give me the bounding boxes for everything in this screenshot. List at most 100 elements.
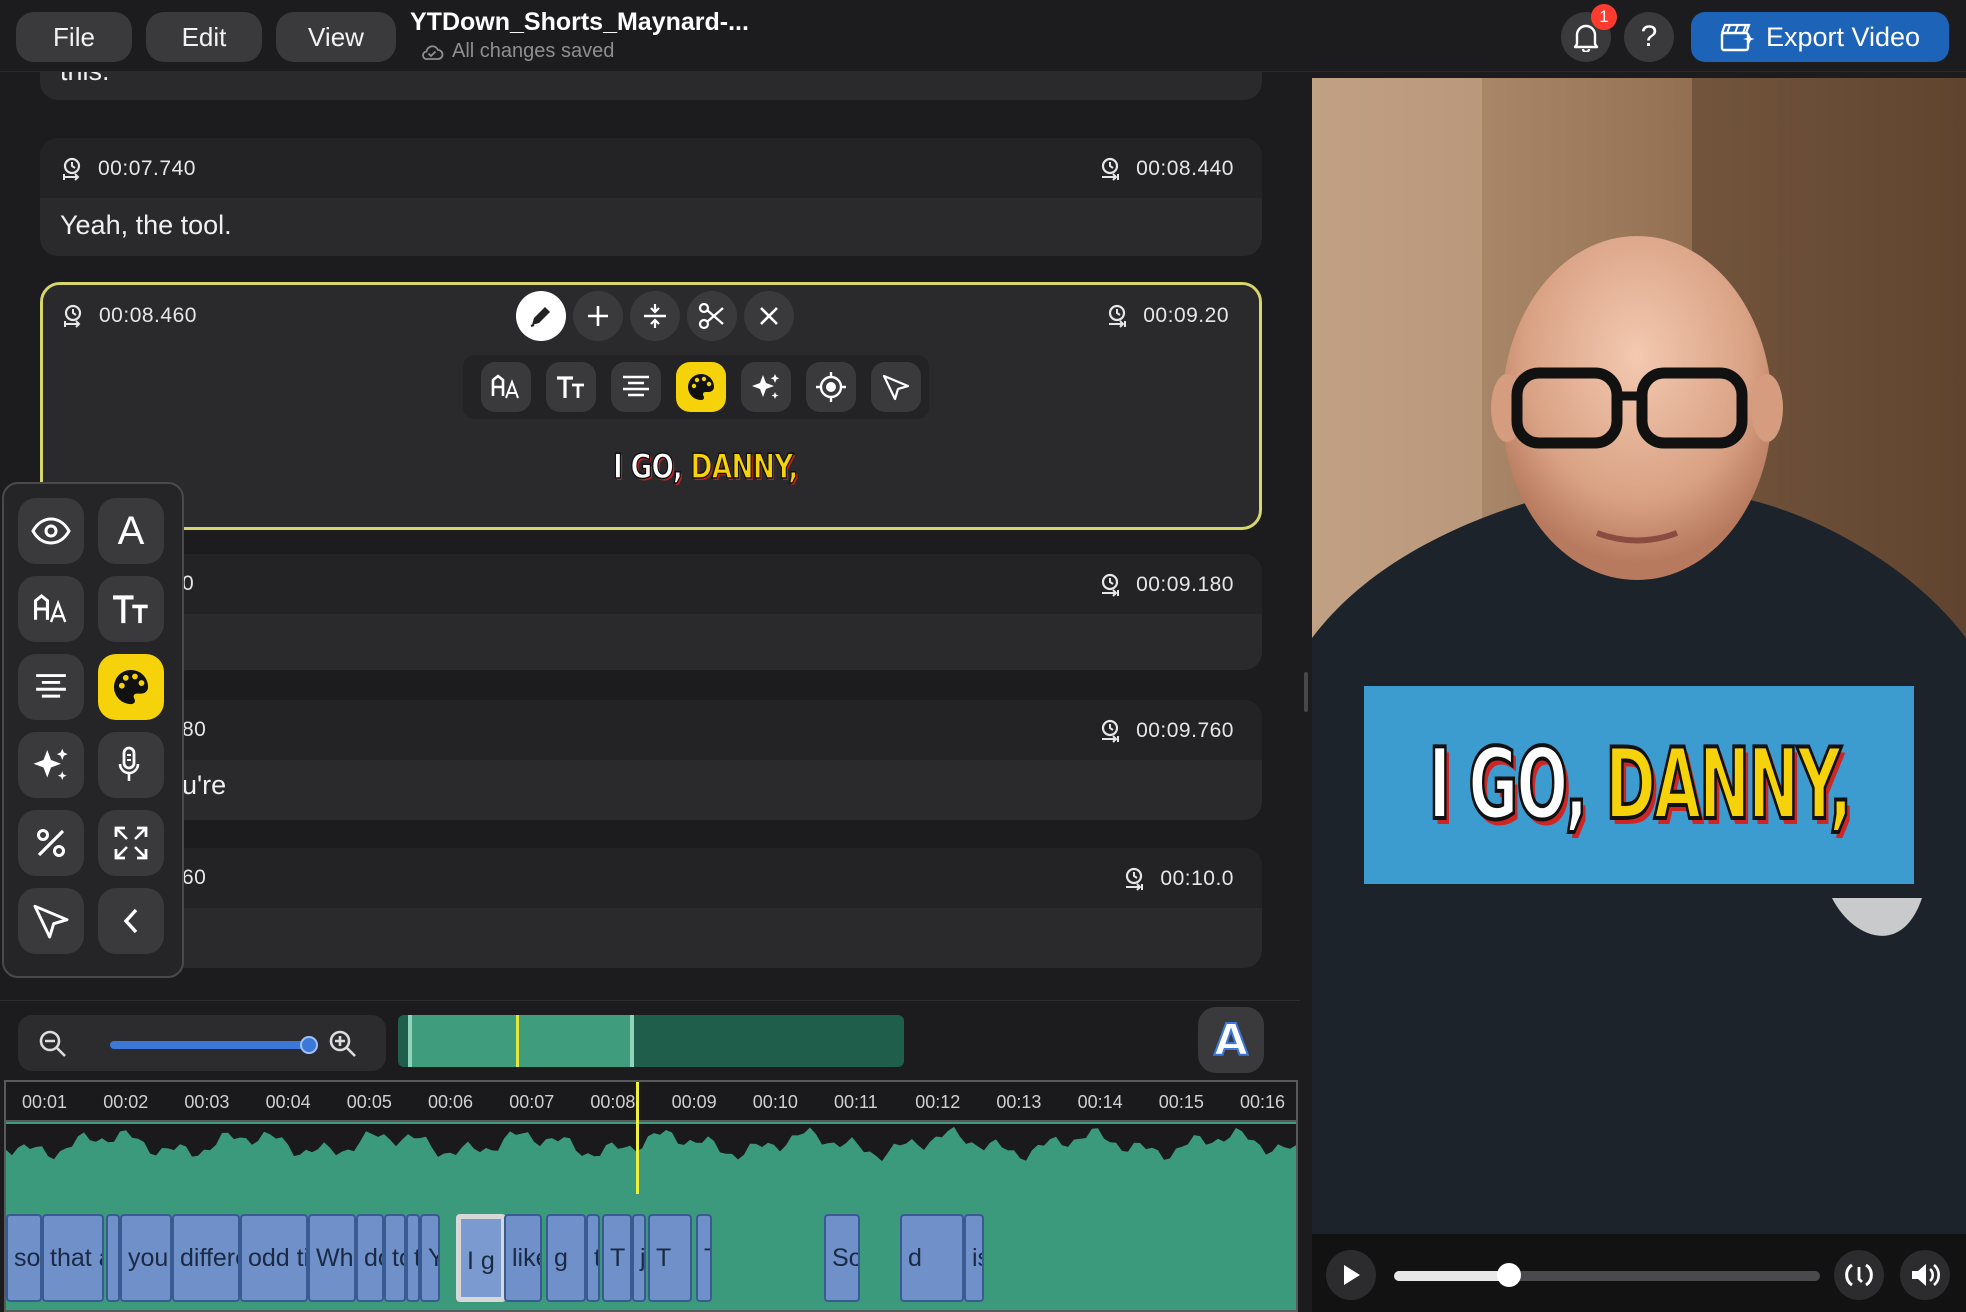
- word-block[interactable]: differe: [172, 1214, 240, 1302]
- segment-end-time[interactable]: 00:09.20: [1105, 303, 1229, 329]
- timeline-overview[interactable]: [398, 1015, 904, 1067]
- zoom-out-icon[interactable]: [38, 1029, 68, 1059]
- end-time-value: 00:09.20: [1143, 304, 1229, 327]
- word-block[interactable]: just: [632, 1214, 646, 1302]
- segment-text[interactable]: u're: [182, 770, 226, 801]
- play-button[interactable]: [1326, 1250, 1376, 1300]
- zoom-slider-handle[interactable]: [300, 1036, 318, 1054]
- word-block[interactable]: so: [6, 1214, 42, 1302]
- volume-button[interactable]: [1900, 1250, 1950, 1300]
- segment-start-time[interactable]: 60: [182, 866, 206, 890]
- word-block[interactable]: to: [384, 1214, 406, 1302]
- segment-end-time[interactable]: 00:10.0: [1122, 866, 1234, 892]
- word-block[interactable]: t: [406, 1214, 420, 1302]
- word-block[interactable]: is ca: [964, 1214, 984, 1302]
- segment-end-time[interactable]: 00:09.760: [1098, 718, 1234, 744]
- word-block[interactable]: like: [504, 1214, 542, 1302]
- document-title[interactable]: YTDown_Shorts_Maynard-...: [410, 8, 749, 37]
- animation-button[interactable]: [871, 362, 921, 412]
- zoom-in-icon[interactable]: [328, 1029, 358, 1059]
- voice-button[interactable]: [98, 732, 164, 798]
- word-block[interactable]: I g: [456, 1214, 506, 1302]
- cloud-check-icon: [422, 44, 444, 60]
- segment-end-time[interactable]: 00:08.440: [1098, 156, 1234, 182]
- segment-start-time[interactable]: 80: [182, 718, 206, 742]
- transcript-segment[interactable]: this.: [40, 72, 1262, 100]
- word-block[interactable]: g: [546, 1214, 586, 1302]
- word-block[interactable]: you: [120, 1214, 172, 1302]
- word-block[interactable]: [106, 1214, 120, 1302]
- auto-caption-button[interactable]: A: [1198, 1007, 1264, 1073]
- segment-text[interactable]: this.: [60, 72, 110, 87]
- playhead[interactable]: [636, 1082, 639, 1194]
- word-block[interactable]: Tir: [696, 1214, 712, 1302]
- text-size-button[interactable]: [98, 576, 164, 642]
- panel-divider[interactable]: [1300, 72, 1312, 1312]
- delete-segment-button[interactable]: [744, 291, 794, 341]
- text-button[interactable]: A: [98, 498, 164, 564]
- timeline[interactable]: 00:01 00:02 00:03 00:04 00:05 00:06 00:07 00:08…: [4, 1080, 1298, 1312]
- collapse-palette-button[interactable]: [98, 888, 164, 954]
- notifications-button[interactable]: 1: [1561, 4, 1617, 62]
- word-block[interactable]: Yea: [420, 1214, 440, 1302]
- color-palette-button[interactable]: [98, 654, 164, 720]
- word-block[interactable]: odd tim: [240, 1214, 308, 1302]
- start-time-icon: [64, 304, 82, 328]
- word-block[interactable]: Wh: [308, 1214, 356, 1302]
- transcript-segment[interactable]: 60 00:10.0 getting: [40, 848, 1262, 968]
- word-block[interactable]: that a: [42, 1214, 104, 1302]
- time-tick: 00:08: [590, 1092, 636, 1112]
- percentage-button[interactable]: [18, 810, 84, 876]
- text-align-button[interactable]: [18, 654, 84, 720]
- video-scrubber-handle[interactable]: [1497, 1263, 1522, 1287]
- word-block[interactable]: th: [586, 1214, 600, 1302]
- word-track: sothat a youdiffereodd timWhdototYea I gli…: [6, 1214, 1296, 1304]
- segment-text[interactable]: Yeah, the tool.: [60, 210, 232, 241]
- video-caption-overlay[interactable]: I GO, DANNY,: [1364, 686, 1914, 884]
- word-block[interactable]: do: [356, 1214, 384, 1302]
- time-tick: 00:04: [265, 1092, 311, 1112]
- segment-start-time[interactable]: 00:07.740: [60, 156, 196, 182]
- time-tick: 00:06: [428, 1092, 474, 1112]
- word-block[interactable]: T: [602, 1214, 632, 1302]
- transcript-segment[interactable]: 80 00:09.760 u're: [40, 700, 1262, 820]
- merge-segment-button[interactable]: [630, 291, 680, 341]
- zoom-slider[interactable]: [110, 1041, 306, 1049]
- transcript-segment-active[interactable]: 00:08.460 00:09.20 I GO, DANNY,: [40, 282, 1262, 530]
- edit-segment-button[interactable]: [516, 291, 566, 341]
- text-align-button[interactable]: [611, 362, 661, 412]
- playback-speed-button[interactable]: [1834, 1250, 1884, 1300]
- segment-start-time[interactable]: 00:08.460: [61, 303, 197, 329]
- effects-button[interactable]: [18, 732, 84, 798]
- palette-icon: [688, 374, 714, 400]
- fullscreen-icon: [114, 826, 148, 860]
- text-size-button[interactable]: [546, 362, 596, 412]
- export-video-button[interactable]: Export Video: [1691, 12, 1949, 62]
- video-preview[interactable]: I GO, DANNY,: [1312, 78, 1966, 1312]
- position-button[interactable]: [806, 362, 856, 412]
- effects-button[interactable]: [741, 362, 791, 412]
- font-style-button[interactable]: [481, 362, 531, 412]
- animation-button[interactable]: [18, 888, 84, 954]
- transcript-segment[interactable]: 00:07.740 00:08.440 Yeah, the tool.: [40, 138, 1262, 256]
- visibility-button[interactable]: [18, 498, 84, 564]
- video-scrubber[interactable]: [1394, 1271, 1820, 1281]
- overview-viewport[interactable]: [408, 1015, 634, 1067]
- word-block[interactable]: T: [648, 1214, 692, 1302]
- fullscreen-button[interactable]: [98, 810, 164, 876]
- edit-menu-button[interactable]: Edit: [146, 12, 262, 62]
- help-button[interactable]: ?: [1624, 12, 1674, 62]
- add-segment-button[interactable]: [573, 291, 623, 341]
- divider-grip[interactable]: [1304, 672, 1308, 712]
- time-ruler[interactable]: 00:01 00:02 00:03 00:04 00:05 00:06 00:07 00:08…: [6, 1082, 1296, 1122]
- segment-caption-preview[interactable]: I GO, DANNY,: [612, 446, 799, 488]
- file-menu-button[interactable]: File: [16, 12, 132, 62]
- split-segment-button[interactable]: [687, 291, 737, 341]
- segment-end-time[interactable]: 00:09.180: [1098, 572, 1234, 598]
- color-palette-button[interactable]: [676, 362, 726, 412]
- word-block[interactable]: Some: [824, 1214, 860, 1302]
- view-menu-button[interactable]: View: [276, 12, 396, 62]
- font-style-button[interactable]: [18, 576, 84, 642]
- transcript-segment[interactable]: 0 00:09.180: [40, 554, 1262, 670]
- word-block[interactable]: d: [900, 1214, 964, 1302]
